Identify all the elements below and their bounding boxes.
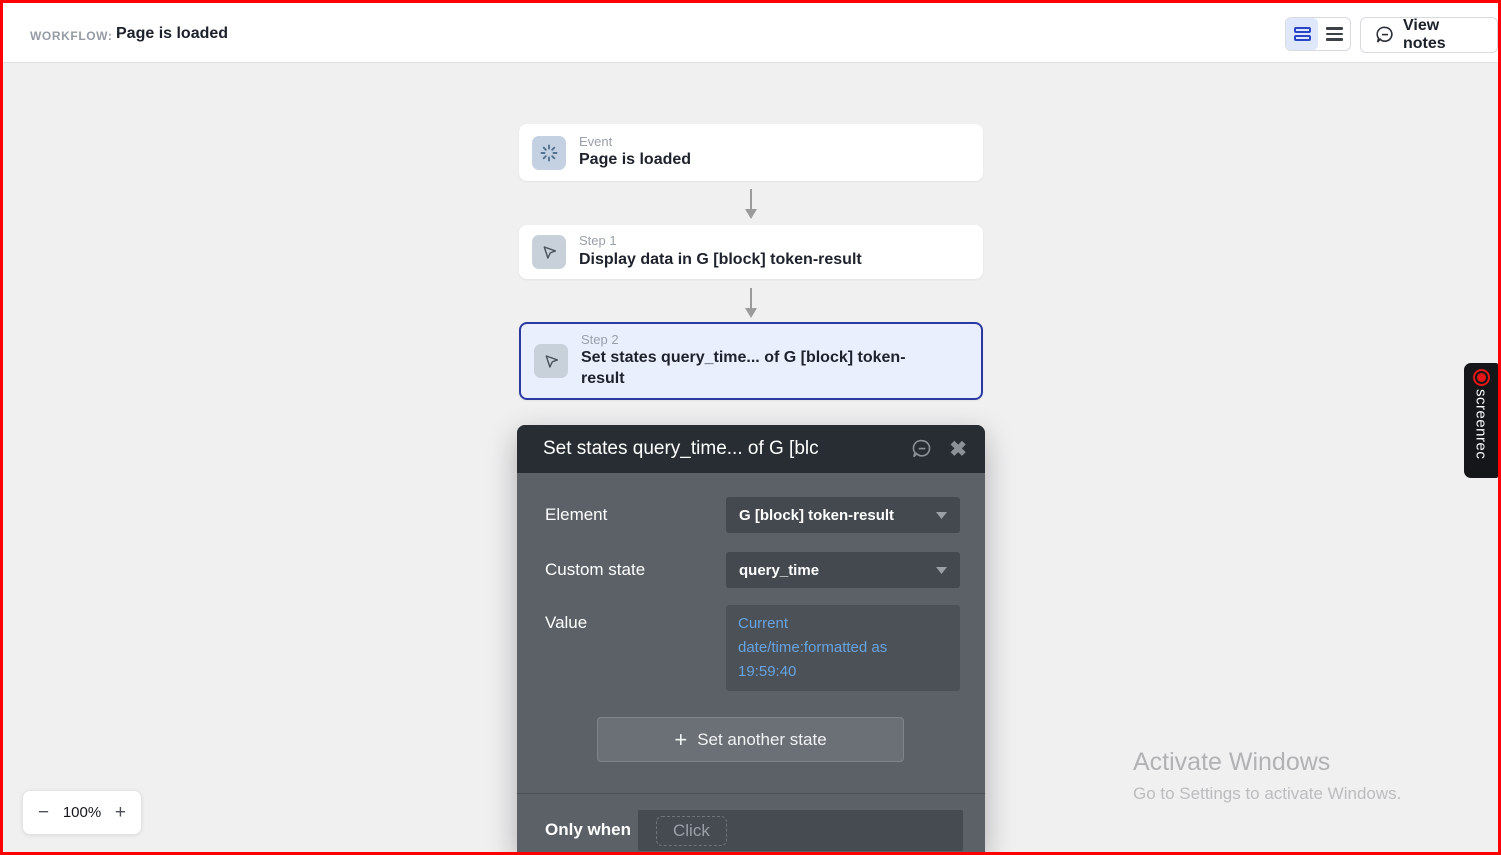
caret-down-icon <box>936 566 947 574</box>
popup-header[interactable]: Set states query_time... of G [blc ✖ <box>517 425 985 473</box>
record-dot-icon <box>1472 369 1490 386</box>
card-kind-label: Event <box>579 133 613 149</box>
view-mode-toggle <box>1285 17 1351 51</box>
value-expression-input[interactable]: Current date/time:formatted as 19:59:40 <box>726 605 960 691</box>
page-load-spinner-icon <box>532 135 566 170</box>
list-view-toggle[interactable] <box>1318 18 1350 50</box>
arrow-down-icon <box>743 287 759 319</box>
value-field-label: Value <box>545 613 588 632</box>
workflow-card-step1[interactable]: Step 1 Display data in G [block] token-r… <box>519 225 983 279</box>
activate-windows-title: Activate Windows <box>1133 748 1331 776</box>
set-another-state-label: Set another state <box>697 729 827 749</box>
card-view-toggle[interactable] <box>1286 18 1318 50</box>
card-title: Display data in G [block] token-result <box>579 250 862 268</box>
custom-state-dropdown-value: query_time <box>739 561 820 579</box>
workflow-name: Page is loaded <box>116 25 229 42</box>
element-dropdown[interactable]: G [block] token-result <box>726 497 960 533</box>
set-another-state-button[interactable]: + Set another state <box>597 717 904 762</box>
only-when-input[interactable]: Click <box>638 810 963 851</box>
workflow-card-event[interactable]: Event Page is loaded <box>519 124 983 181</box>
workflow-label: WORKFLOW: <box>30 29 113 43</box>
card-title: Page is loaded <box>579 151 692 169</box>
canvas-zoom-control: − 100% + <box>22 790 142 835</box>
workflow-card-step2[interactable]: Step 2 Set states query_time... of G [bl… <box>519 322 983 400</box>
popup-title: Set states query_time... of G [blc <box>543 438 819 459</box>
list-view-icon <box>1325 27 1343 41</box>
custom-state-dropdown[interactable]: query_time <box>726 552 960 588</box>
element-field-label: Element <box>545 505 608 524</box>
zoom-in-button[interactable]: + <box>115 803 126 822</box>
activate-windows-watermark: Activate Windows Go to Settings to activ… <box>1133 748 1401 804</box>
card-title: Set states query_time... of G [block] to… <box>581 349 906 388</box>
only-when-placeholder[interactable]: Click <box>656 815 727 846</box>
card-kind-label: Step 2 <box>581 332 619 348</box>
only-when-label: Only when <box>545 820 631 839</box>
screenrec-label: screenrec <box>1472 389 1490 460</box>
card-view-icon <box>1293 27 1311 41</box>
action-cursor-icon <box>534 344 568 378</box>
element-dropdown-value: G [block] token-result <box>739 506 895 524</box>
activate-windows-subtitle: Go to Settings to activate Windows. <box>1133 784 1402 803</box>
card-kind-label: Step 1 <box>579 233 617 249</box>
close-x-icon[interactable]: ✖ <box>949 439 967 460</box>
action-cursor-icon <box>532 235 566 269</box>
custom-state-field-label: Custom state <box>545 560 646 579</box>
caret-down-icon <box>936 511 947 519</box>
top-bar: WORKFLOW: Page is loaded View notes <box>3 3 1498 63</box>
screenrec-widget[interactable]: screenrec <box>1464 363 1498 478</box>
plus-icon: + <box>674 726 688 752</box>
comment-bubble-icon <box>1375 25 1395 45</box>
zoom-out-button[interactable]: − <box>38 803 49 822</box>
popup-divider <box>517 793 985 794</box>
view-notes-button[interactable]: View notes <box>1360 17 1498 53</box>
zoom-level: 100% <box>62 804 102 821</box>
action-properties-popup: Set states query_time... of G [blc ✖ Ele… <box>517 425 985 852</box>
arrow-down-icon <box>743 188 759 220</box>
workflow-editor-screen: WORKFLOW: Page is loaded View notes Even… <box>0 0 1501 855</box>
comment-bubble-icon[interactable] <box>911 438 933 460</box>
view-notes-label: View notes <box>1403 17 1446 52</box>
